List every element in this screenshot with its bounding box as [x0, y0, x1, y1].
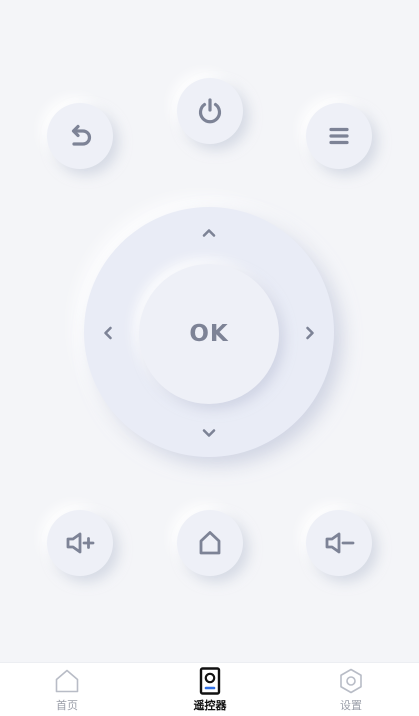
back-button[interactable] [47, 103, 113, 169]
home-button[interactable] [177, 510, 243, 576]
volume-up-icon [66, 532, 95, 554]
chevron-down-icon [202, 429, 216, 437]
tab-remote[interactable]: 遥控器 [165, 667, 255, 713]
power-icon [198, 98, 222, 124]
volume-down-icon [325, 532, 355, 554]
volume-down-button[interactable] [306, 510, 372, 576]
dpad-right-button[interactable] [300, 323, 320, 343]
ok-label: OK [189, 321, 229, 347]
chevron-left-icon [104, 326, 112, 340]
tab-settings[interactable]: 设置 [306, 667, 396, 713]
chevron-right-icon [306, 326, 314, 340]
remote-panel: OK [0, 0, 419, 662]
bottom-tab-bar: 首页 遥控器 设置 [0, 662, 419, 716]
dpad-up-button[interactable] [199, 223, 219, 243]
tab-settings-label: 设置 [340, 699, 362, 712]
home-outline-icon [55, 669, 79, 693]
settings-hex-icon [340, 668, 362, 694]
chevron-up-icon [202, 229, 216, 237]
ok-button[interactable]: OK [139, 264, 279, 404]
dpad-down-button[interactable] [199, 423, 219, 443]
power-button[interactable] [177, 78, 243, 144]
menu-button[interactable] [306, 103, 372, 169]
menu-icon [329, 127, 349, 145]
volume-up-button[interactable] [47, 510, 113, 576]
tab-remote-label: 遥控器 [193, 699, 227, 712]
back-arrow-icon [71, 124, 92, 146]
home-icon [199, 531, 221, 555]
dpad: OK [84, 207, 334, 457]
tab-home[interactable]: 首页 [22, 667, 112, 713]
tab-home-label: 首页 [56, 699, 78, 712]
remote-icon [199, 667, 221, 695]
dpad-left-button[interactable] [98, 323, 118, 343]
